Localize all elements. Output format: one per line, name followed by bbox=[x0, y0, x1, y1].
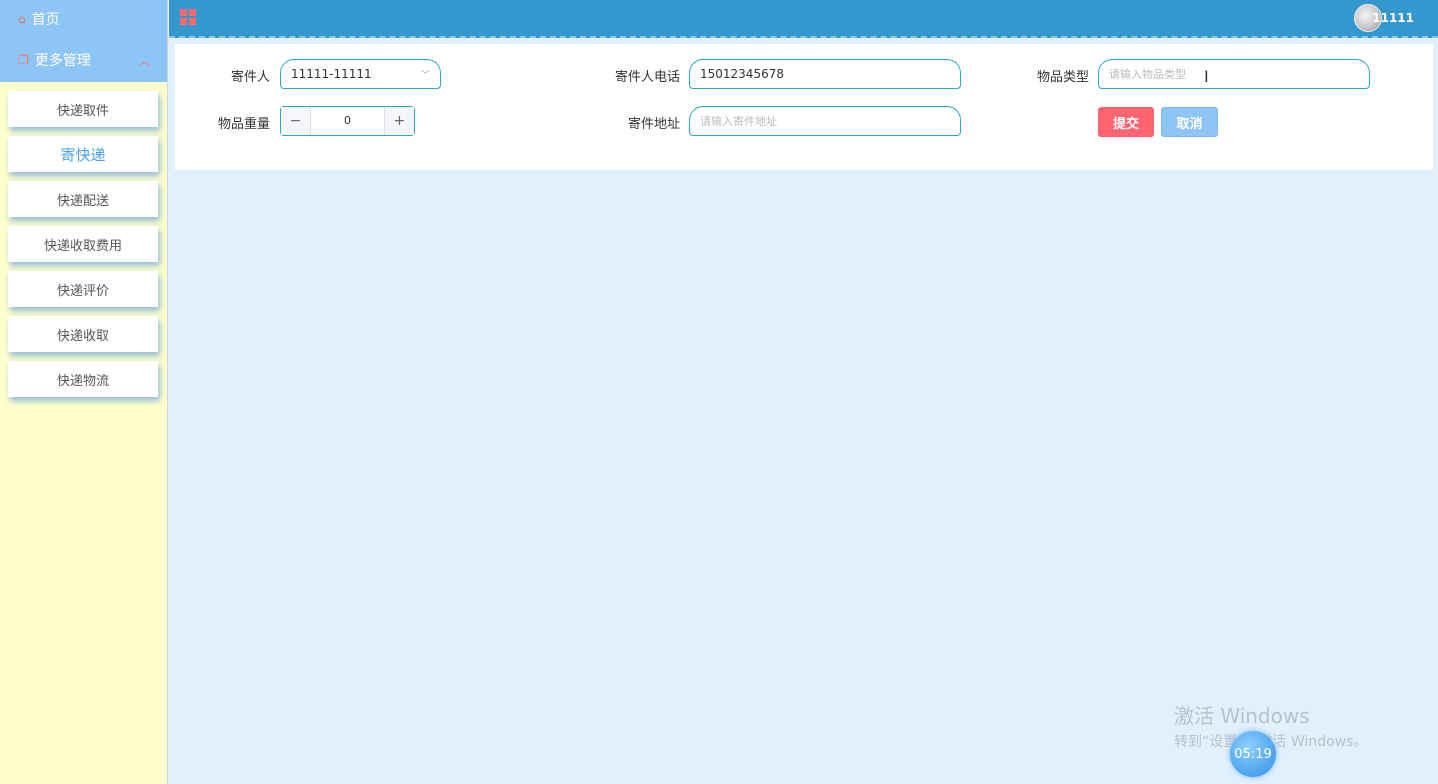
cancel-button[interactable]: 取消 bbox=[1161, 107, 1218, 137]
sender-select[interactable]: 11111-11111 ﹀ bbox=[280, 59, 441, 89]
address-input[interactable] bbox=[700, 107, 960, 135]
submit-button[interactable]: 提交 bbox=[1098, 107, 1154, 137]
sidebar-group-more[interactable]: ❐ 更多管理 ︿ bbox=[0, 38, 167, 82]
phone-label: 寄件人电话 bbox=[614, 70, 680, 85]
sidebar-home-label: 首页 bbox=[31, 12, 60, 28]
item-type-field[interactable] bbox=[1098, 59, 1370, 89]
text-cursor-icon: I bbox=[1204, 67, 1209, 86]
phone-field[interactable]: 15012345678 bbox=[689, 59, 961, 89]
decrease-button[interactable]: − bbox=[281, 107, 310, 135]
item-type-label: 物品类型 bbox=[1036, 70, 1089, 85]
sidebar-item-home[interactable]: ⌂ 首页 bbox=[0, 0, 167, 38]
sidebar-item-pickup[interactable]: 快递取件 bbox=[8, 91, 158, 127]
weight-value[interactable]: 0 bbox=[310, 107, 385, 135]
sidebar: ⌂ 首页 ❐ 更多管理 ︿ 快递取件 寄快递 快递配送 快递收取费用 快递评价 … bbox=[0, 0, 168, 784]
sender-label: 寄件人 bbox=[230, 70, 270, 85]
sidebar-header: ⌂ 首页 ❐ 更多管理 ︿ bbox=[0, 0, 167, 82]
sender-select-value: 11111-11111 bbox=[291, 67, 372, 81]
sidebar-item-review[interactable]: 快递评价 bbox=[8, 271, 158, 307]
address-label: 寄件地址 bbox=[627, 117, 680, 132]
send-express-form: 寄件人 11111-11111 ﹀ 寄件人电话 15012345678 物品类型… bbox=[175, 44, 1433, 170]
phone-field-value: 15012345678 bbox=[700, 67, 784, 81]
sidebar-item-logistics[interactable]: 快递物流 bbox=[8, 361, 158, 397]
top-bar: 11111 bbox=[169, 0, 1438, 38]
home-icon: ⌂ bbox=[18, 12, 26, 26]
copy-icon: ❐ bbox=[18, 53, 29, 67]
sidebar-item-fees[interactable]: 快递收取费用 bbox=[8, 226, 158, 262]
sidebar-group-label: 更多管理 bbox=[34, 53, 91, 69]
sidebar-item-delivery[interactable]: 快递配送 bbox=[8, 181, 158, 217]
weight-stepper[interactable]: − 0 + bbox=[280, 106, 415, 136]
username[interactable]: 11111 bbox=[1372, 11, 1414, 25]
item-type-input[interactable] bbox=[1109, 60, 1369, 88]
increase-button[interactable]: + bbox=[385, 107, 414, 135]
grid-menu-icon[interactable] bbox=[180, 9, 196, 25]
chevron-up-icon: ︿ bbox=[138, 54, 151, 68]
floating-clock[interactable]: 05:19 bbox=[1230, 731, 1276, 777]
chevron-down-icon: ﹀ bbox=[420, 71, 430, 81]
watermark-line1: 激活 Windows bbox=[1174, 704, 1310, 728]
address-field[interactable] bbox=[689, 106, 961, 136]
sidebar-item-receive[interactable]: 快递收取 bbox=[8, 316, 158, 352]
weight-label: 物品重量 bbox=[217, 117, 270, 132]
sidebar-item-send-express[interactable]: 寄快递 bbox=[8, 136, 158, 172]
sidebar-menu: 快递取件 寄快递 快递配送 快递收取费用 快递评价 快递收取 快递物流 bbox=[0, 82, 167, 397]
